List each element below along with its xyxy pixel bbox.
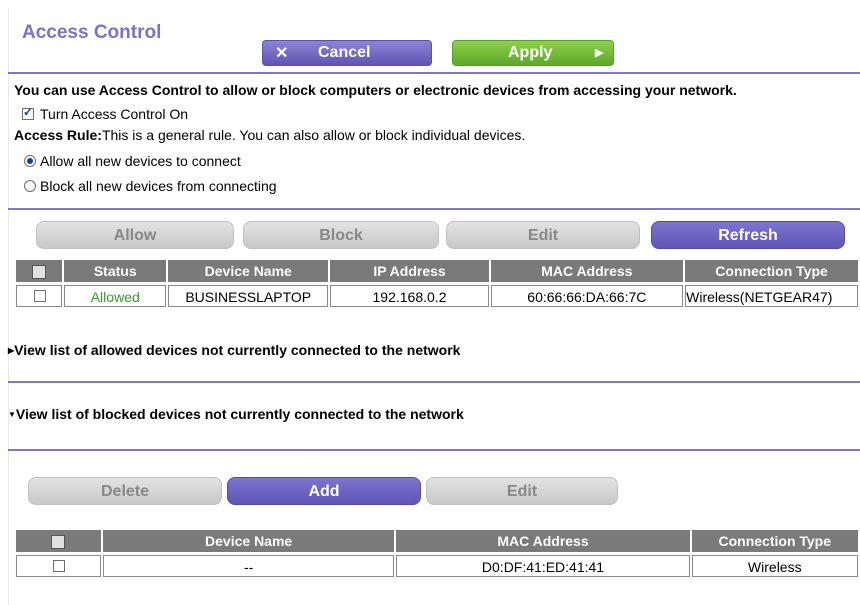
divider bbox=[8, 449, 860, 451]
column-header-device-name: Device Name bbox=[166, 258, 331, 284]
mac-address-value: 60:66:66:DA:66:7C bbox=[490, 285, 684, 307]
mac-address-cell: 60:66:66:DA:66:7C bbox=[488, 282, 686, 310]
mac-address-cell: D0:DF:41:ED:41:41 bbox=[394, 552, 692, 580]
add-button[interactable]: Add bbox=[227, 477, 421, 505]
column-header-ip-address: IP Address bbox=[328, 258, 491, 284]
intro-description: You can use Access Control to allow or b… bbox=[14, 82, 737, 98]
row-checkbox[interactable] bbox=[34, 290, 46, 302]
column-header-mac-address: MAC Address bbox=[488, 258, 686, 284]
device-name-value: -- bbox=[102, 555, 395, 577]
close-icon: ✕ bbox=[275, 45, 289, 62]
allow-all-label: Allow all new devices to connect bbox=[40, 153, 241, 169]
apply-button[interactable]: Apply ▶ bbox=[452, 40, 614, 66]
table-row[interactable]: -- D0:DF:41:ED:41:41 Wireless bbox=[14, 552, 860, 580]
connection-type-cell: Wireless(NETGEAR47) bbox=[683, 282, 860, 310]
connection-type-cell: Wireless bbox=[689, 552, 860, 580]
status-value: Allowed bbox=[64, 285, 167, 307]
device-name-cell: -- bbox=[100, 552, 397, 580]
column-header-status: Status bbox=[62, 258, 169, 284]
column-header-device-name: Device Name bbox=[100, 528, 397, 554]
access-rule-label: Access Rule: bbox=[14, 127, 102, 143]
device-name-value: BUSINESSLAPTOP bbox=[168, 285, 329, 307]
allowed-devices-expander[interactable]: ▶View list of allowed devices not curren… bbox=[8, 342, 460, 358]
access-rule-text: This is a general rule. You can also all… bbox=[101, 127, 526, 143]
allow-button[interactable]: Allow bbox=[36, 221, 234, 249]
access-rule-line: Access Rule:This is a general rule. You … bbox=[14, 127, 525, 143]
connection-type-value: Wireless(NETGEAR47) bbox=[685, 285, 858, 307]
mac-address-value: D0:DF:41:ED:41:41 bbox=[396, 555, 690, 577]
select-all-checkbox[interactable] bbox=[32, 265, 47, 280]
select-all-checkbox[interactable] bbox=[51, 535, 66, 550]
connection-type-value: Wireless bbox=[691, 555, 858, 577]
table-row[interactable]: Allowed BUSINESSLAPTOP 192.168.0.2 60:66… bbox=[13, 282, 860, 310]
column-header-connection-type: Connection Type bbox=[683, 258, 860, 284]
refresh-button[interactable]: Refresh bbox=[651, 221, 845, 249]
turn-access-control-on-checkbox[interactable] bbox=[22, 105, 34, 120]
status-cell: Allowed bbox=[62, 282, 169, 310]
row-select-cell bbox=[13, 282, 65, 310]
allow-all-radio[interactable] bbox=[24, 155, 36, 167]
arrow-right-icon: ▶ bbox=[595, 47, 604, 59]
ip-address-cell: 192.168.0.2 bbox=[328, 282, 491, 310]
column-header-mac-address: MAC Address bbox=[394, 528, 692, 554]
row-select-wrapper bbox=[16, 285, 63, 307]
blocked-devices-expander-label: View list of blocked devices not current… bbox=[15, 406, 464, 422]
divider bbox=[8, 72, 860, 74]
blocked-table-header-row: Device Name MAC Address Connection Type bbox=[14, 528, 860, 554]
allowed-devices-expander-label: View list of allowed devices not current… bbox=[14, 342, 461, 358]
device-name-cell: BUSINESSLAPTOP bbox=[166, 282, 331, 310]
device-table-header-row: Status Device Name IP Address MAC Addres… bbox=[13, 258, 860, 284]
select-all-header bbox=[14, 528, 103, 554]
divider bbox=[8, 381, 860, 383]
page-title: Access Control bbox=[22, 22, 162, 43]
blocked-edit-button[interactable]: Edit bbox=[426, 477, 618, 505]
cancel-button-label: Cancel bbox=[318, 44, 371, 61]
edit-button[interactable]: Edit bbox=[446, 221, 640, 249]
divider bbox=[8, 208, 860, 210]
device-table: Status Device Name IP Address MAC Addres… bbox=[13, 258, 860, 310]
select-all-header bbox=[13, 258, 65, 284]
block-all-label: Block all new devices from connecting bbox=[40, 178, 277, 194]
blocked-device-table: Device Name MAC Address Connection Type … bbox=[14, 528, 860, 580]
cancel-button[interactable]: ✕ Cancel bbox=[262, 40, 432, 66]
row-checkbox[interactable] bbox=[53, 560, 65, 572]
block-button[interactable]: Block bbox=[243, 221, 439, 249]
blocked-devices-expander[interactable]: ▼View list of blocked devices not curren… bbox=[8, 406, 464, 422]
block-all-radio[interactable] bbox=[24, 180, 36, 192]
apply-button-label: Apply bbox=[508, 44, 553, 61]
delete-button[interactable]: Delete bbox=[28, 477, 222, 505]
ip-address-value: 192.168.0.2 bbox=[330, 285, 489, 307]
row-select-cell bbox=[14, 552, 103, 580]
column-header-connection-type: Connection Type bbox=[689, 528, 860, 554]
turn-access-control-on-label: Turn Access Control On bbox=[40, 106, 189, 122]
triangle-down-icon: ▼ bbox=[8, 410, 16, 419]
row-select-wrapper bbox=[16, 555, 101, 577]
